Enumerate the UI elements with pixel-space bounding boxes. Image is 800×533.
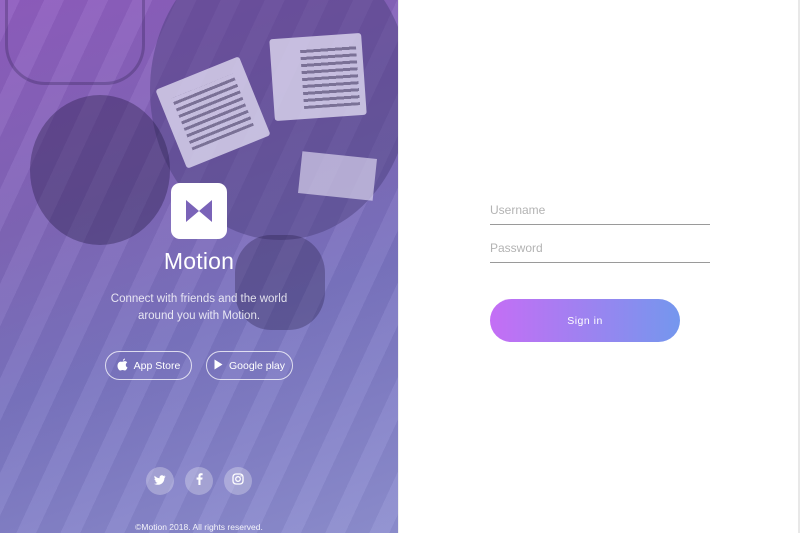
hero-panel: Motion Connect with friends and the worl… (0, 0, 398, 533)
instagram-icon (232, 472, 244, 490)
play-icon (214, 359, 223, 373)
panel-divider (398, 0, 399, 533)
twitter-button[interactable] (146, 467, 174, 495)
copyright-text: ©Motion 2018. All rights reserved. (135, 522, 263, 532)
google-play-button[interactable]: Google play (206, 351, 293, 380)
app-store-button[interactable]: App Store (105, 351, 192, 380)
facebook-button[interactable] (185, 467, 213, 495)
brand-name: Motion (163, 248, 235, 274)
password-input[interactable] (490, 233, 710, 263)
bowtie-logo-icon (171, 183, 227, 239)
sign-in-button[interactable]: Sign in (490, 299, 680, 342)
apple-icon (117, 358, 128, 374)
google-play-label: Google play (228, 359, 286, 372)
instagram-button[interactable] (224, 467, 252, 495)
app-store-label: App Store (133, 359, 181, 372)
facebook-icon (196, 472, 203, 490)
twitter-icon (154, 472, 166, 490)
username-input[interactable] (490, 195, 710, 225)
brand-tagline: Connect with friends and the world aroun… (110, 293, 288, 322)
